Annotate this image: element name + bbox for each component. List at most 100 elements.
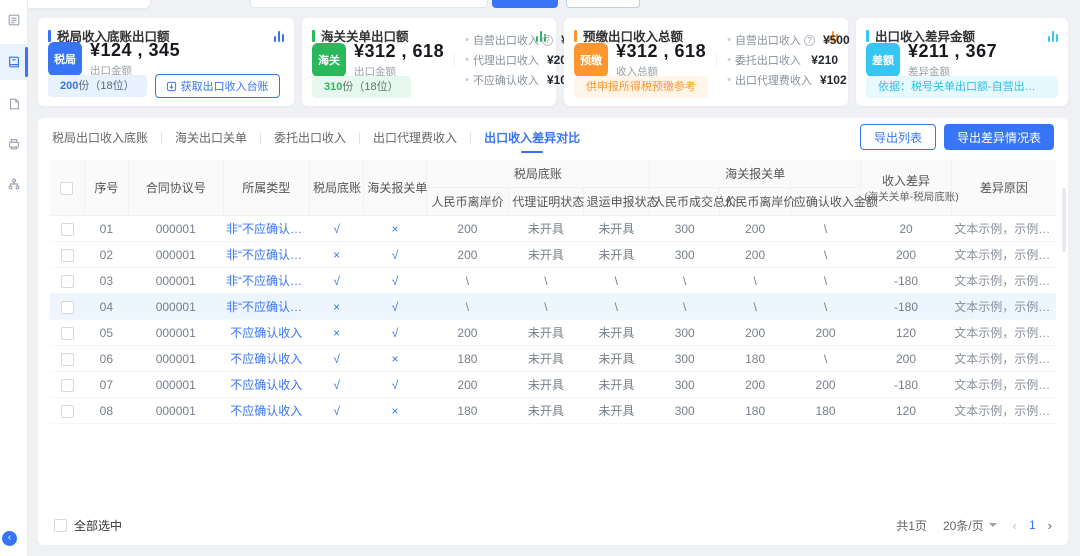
- row-checkbox-cell: [50, 216, 84, 242]
- vertical-scrollbar[interactable]: [1062, 188, 1066, 252]
- card-accent-bar: [48, 30, 51, 42]
- tab-separator: [359, 132, 360, 144]
- row-checkbox[interactable]: [61, 405, 74, 418]
- hint-pill: 供申报所得税预缴参考: [574, 76, 708, 98]
- cell-customs-total: 300: [650, 398, 720, 424]
- export-diff-button[interactable]: 导出差异情况表: [944, 124, 1054, 150]
- tab-tax-ledger[interactable]: 税局出口收入底账: [52, 129, 148, 156]
- cell-type[interactable]: 非“不应确认收入”: [223, 294, 310, 320]
- current-page[interactable]: 1: [1029, 518, 1036, 532]
- search-button[interactable]: [492, 0, 558, 8]
- row-checkbox[interactable]: [61, 275, 74, 288]
- cell-seq: 01: [84, 216, 128, 242]
- cell-agent-cert: 未开具: [509, 346, 583, 372]
- header-customs-decl: 海关报关单: [364, 160, 426, 216]
- row-checkbox-cell: [50, 294, 84, 320]
- page-size-select[interactable]: 20条/页: [943, 517, 997, 534]
- row-checkbox[interactable]: [61, 249, 74, 262]
- tab-agency-fee-income[interactable]: 出口代理费收入: [373, 129, 457, 156]
- cell-seq: 06: [84, 346, 128, 372]
- header-customs-total: 人民币成交总价: [650, 188, 720, 216]
- table-row: 04 000001 非“不应确认收入” × √ \ \ \ \ \ \ -180…: [50, 294, 1056, 320]
- info-icon[interactable]: ?: [804, 35, 815, 46]
- cell-customs-total: \: [650, 268, 720, 294]
- cell-seq: 03: [84, 268, 128, 294]
- cell-tax-fob: \: [426, 268, 508, 294]
- header-checkbox[interactable]: [60, 182, 73, 195]
- sidebar-item-org[interactable]: [0, 168, 28, 200]
- cell-type[interactable]: 非“不应确认收入”: [223, 242, 310, 268]
- next-page-button[interactable]: ›: [1048, 518, 1052, 533]
- cell-tax-fob: 200: [426, 320, 508, 346]
- header-contract: 合同协议号: [128, 160, 223, 216]
- sidebar-item-report[interactable]: [0, 4, 28, 36]
- cell-tax-ledger-mark: √: [310, 216, 364, 242]
- header-return-status: 退运申报状态: [583, 188, 649, 216]
- cell-customs-fob: 180: [720, 346, 790, 372]
- cell-tax-ledger-mark: ×: [310, 320, 364, 346]
- cell-contract: 000001: [128, 294, 223, 320]
- bar-chart-icon[interactable]: [1048, 30, 1059, 42]
- cell-customs-total: \: [650, 294, 720, 320]
- header-group-tax-ledger: 税局底账: [426, 160, 649, 188]
- table-row: 07 000001 不应确认收入 √ √ 200 未开具 未开具 300 200…: [50, 372, 1056, 398]
- cell-diff-reason: 文本示例，示例相关文本”文本“相关示例文...: [951, 294, 1056, 320]
- table-body: 01 000001 非“不应确认收入” √ × 200 未开具 未开具 300 …: [50, 216, 1056, 424]
- cell-customs-decl-mark: ×: [364, 398, 426, 424]
- cell-contract: 000001: [128, 346, 223, 372]
- row-checkbox-cell: [50, 320, 84, 346]
- amount-value: ¥312 , 618: [616, 41, 706, 62]
- cell-type[interactable]: 不应确认收入: [223, 372, 310, 398]
- top-left-widget[interactable]: [20, 0, 150, 8]
- cell-type[interactable]: 不应确认收入: [223, 398, 310, 424]
- cell-income-diff: -180: [861, 294, 952, 320]
- row-checkbox[interactable]: [61, 223, 74, 236]
- row-checkbox[interactable]: [61, 353, 74, 366]
- cell-type[interactable]: 非“不应确认收入”: [223, 268, 310, 294]
- export-list-button[interactable]: 导出列表: [860, 124, 936, 150]
- row-checkbox[interactable]: [61, 327, 74, 340]
- cell-diff-reason: 文本示例，示例相关文本”文本“相关示例文...: [951, 346, 1056, 372]
- tab-income-diff-compare[interactable]: 出口收入差异对比: [484, 129, 580, 156]
- cell-income-diff: -180: [861, 372, 952, 398]
- divider: [454, 53, 455, 67]
- printer-icon: [7, 137, 21, 151]
- tab-customs-decl[interactable]: 海关出口关单: [175, 129, 247, 156]
- select-all-checkbox[interactable]: [54, 519, 67, 532]
- cell-confirm-amount: \: [790, 346, 860, 372]
- row-checkbox[interactable]: [61, 379, 74, 392]
- tab-entrusted-income[interactable]: 委托出口收入: [274, 129, 346, 156]
- cell-tax-fob: 180: [426, 398, 508, 424]
- row-checkbox[interactable]: [61, 301, 74, 314]
- tab-separator: [161, 132, 162, 144]
- org-tree-icon: [7, 177, 21, 191]
- divider: [716, 53, 717, 67]
- reset-button[interactable]: [566, 0, 640, 8]
- cell-agent-cert: 未开具: [509, 372, 583, 398]
- sidebar-item-printer[interactable]: [0, 128, 28, 160]
- table-row: 05 000001 不应确认收入 × √ 200 未开具 未开具 300 200…: [50, 320, 1056, 346]
- report-icon: [7, 13, 21, 27]
- invoice-icon: [7, 97, 21, 111]
- cell-type[interactable]: 不应确认收入: [223, 320, 310, 346]
- select-all-label: 全部选中: [74, 517, 122, 534]
- tabs-bar: 税局出口收入底账 海关出口关单 委托出口收入 出口代理费收入 出口收入差异对比 …: [38, 118, 1068, 156]
- fetch-ledger-button[interactable]: 获取出口收入台账: [155, 74, 280, 98]
- sidebar-collapse-button[interactable]: ‹: [2, 531, 17, 546]
- cell-confirm-amount: \: [790, 268, 860, 294]
- cell-type[interactable]: 不应确认收入: [223, 346, 310, 372]
- sidebar-item-invoice[interactable]: [0, 88, 28, 120]
- header-tax-ledger: 税局底账: [310, 160, 364, 216]
- cell-customs-fob: 200: [720, 320, 790, 346]
- card-income-difference: 出口收入差异金额 差额 ¥211 , 367 差异金额 依据：税号关单出口额-自…: [856, 18, 1068, 106]
- sidebar-item-ledger[interactable]: [0, 44, 28, 80]
- search-input[interactable]: [250, 0, 488, 8]
- cell-seq: 02: [84, 242, 128, 268]
- prev-page-button[interactable]: ‹: [1013, 518, 1017, 533]
- cell-diff-reason: 文本示例，示例相关文本”文本“相关示例文...: [951, 242, 1056, 268]
- info-icon[interactable]: ?: [542, 35, 553, 46]
- summary-cards: 税局收入底账出口额 税局 ¥124 , 345 出口金额 200份（18位） 获…: [38, 18, 1068, 106]
- bar-chart-icon[interactable]: [274, 30, 285, 42]
- cell-type[interactable]: 非“不应确认收入”: [223, 216, 310, 242]
- fetch-ledger-icon: [166, 81, 177, 92]
